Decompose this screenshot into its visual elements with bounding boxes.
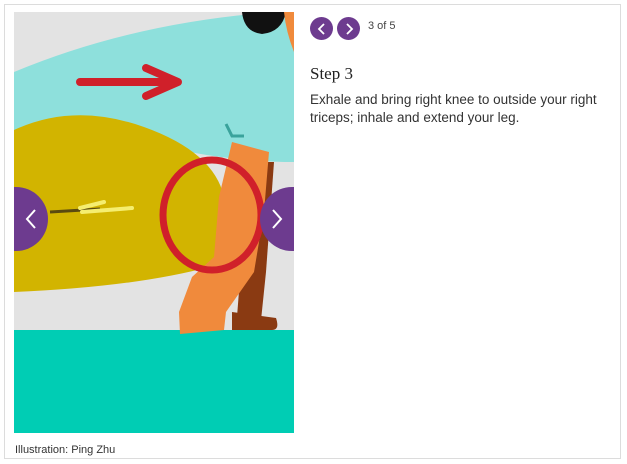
illustration-credit: Illustration: Ping Zhu xyxy=(15,444,116,456)
yoga-pose-illustration xyxy=(14,12,294,433)
pager-next-button[interactable] xyxy=(337,17,360,40)
step-description: Exhale and bring right knee to outside y… xyxy=(310,92,597,125)
step-title: Step 3 xyxy=(310,64,353,83)
pager-previous-button[interactable] xyxy=(310,17,333,40)
chevron-left-icon xyxy=(25,209,36,229)
illustration-image xyxy=(14,12,294,433)
chevron-left-icon xyxy=(317,22,325,35)
chevron-right-icon xyxy=(345,22,353,35)
floor xyxy=(14,330,294,433)
slide-counter: 3 of 5 xyxy=(368,20,396,32)
chevron-right-icon xyxy=(272,209,283,229)
